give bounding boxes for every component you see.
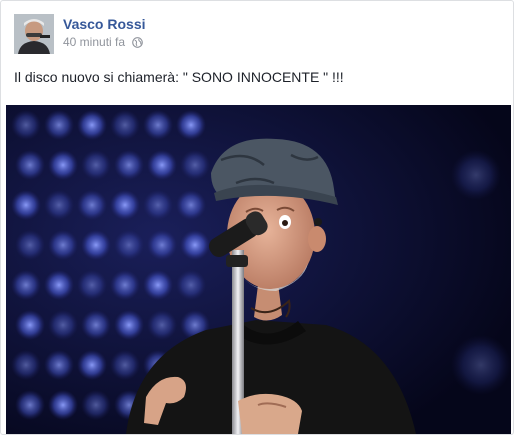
author-name-link[interactable]: Vasco Rossi [63,16,146,32]
stage-light [110,270,140,300]
stage-light [81,310,111,340]
stage-light [77,270,107,300]
stage-light [180,150,210,180]
stage-light [81,390,111,420]
stage-light [143,190,173,220]
stage-light [77,350,107,380]
stage-light [77,110,107,140]
stage-light [110,190,140,220]
post-photo[interactable] [6,105,511,434]
stage-light [180,230,210,260]
stage-light [11,110,41,140]
stage-light [147,150,177,180]
globe-icon[interactable] [132,36,143,48]
stage-light [15,230,45,260]
stage-light [15,150,45,180]
avatar-photo [14,14,54,54]
stage-light [114,150,144,180]
post-text: Il disco nuovo si chiamerà: " SONO INNOC… [14,69,344,85]
post-timestamp[interactable]: 40 minuti fa [63,35,125,49]
stage-light [110,110,140,140]
stage-light [48,230,78,260]
stage-light [44,270,74,300]
stage-light [11,190,41,220]
stage-light [147,310,177,340]
stage-light [143,270,173,300]
stage-light [143,110,173,140]
stage-light [44,110,74,140]
stage-light [77,190,107,220]
stage-light [114,310,144,340]
concert-photo [6,105,511,434]
stage-light [48,310,78,340]
stage-light [81,230,111,260]
stage-light [44,190,74,220]
stage-light [147,230,177,260]
stage-light [48,390,78,420]
stage-light [11,350,41,380]
stage-light [15,310,45,340]
stage-light [11,270,41,300]
post-meta: 40 minuti fa [63,35,143,49]
stage-light [15,390,45,420]
author-avatar[interactable] [14,14,54,54]
stage-light [176,190,206,220]
post-card: Vasco Rossi 40 minuti fa Il disco nuovo … [0,0,514,435]
stage-light [81,150,111,180]
stage-light [110,350,140,380]
stage-light [176,270,206,300]
stage-light [114,230,144,260]
stage-light [48,150,78,180]
stage-light [176,110,206,140]
stage-light [44,350,74,380]
